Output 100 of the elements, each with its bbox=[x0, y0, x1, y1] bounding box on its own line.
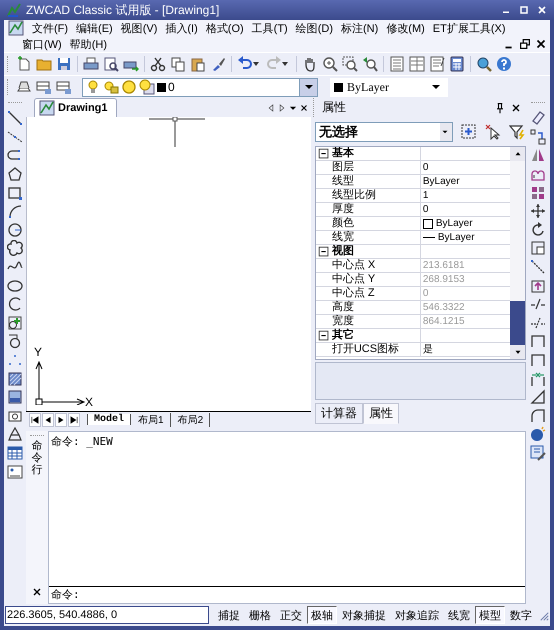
cut-icon[interactable] bbox=[150, 56, 166, 72]
command-input[interactable]: 命令: bbox=[49, 586, 525, 603]
move-icon[interactable] bbox=[530, 203, 546, 220]
menu-item[interactable]: 格式(O) bbox=[202, 20, 248, 36]
document-tab[interactable]: Drawing1 bbox=[34, 98, 117, 117]
help-icon[interactable] bbox=[496, 56, 512, 72]
document-icon[interactable] bbox=[8, 20, 24, 36]
trim-icon[interactable] bbox=[530, 278, 546, 294]
filter-icon[interactable] bbox=[508, 124, 525, 140]
quick-select-icon[interactable] bbox=[460, 124, 477, 140]
menu-item[interactable]: 工具(T) bbox=[248, 20, 292, 36]
elliptical-arc-icon[interactable] bbox=[7, 296, 23, 312]
array-icon[interactable] bbox=[530, 184, 546, 201]
zoom-window-icon[interactable] bbox=[342, 56, 358, 72]
copy-icon[interactable] bbox=[170, 56, 186, 72]
collapse-icon[interactable] bbox=[316, 244, 331, 258]
restore-icon[interactable] bbox=[518, 37, 532, 51]
new-file-icon[interactable] bbox=[16, 56, 32, 72]
zoom-icon[interactable] bbox=[322, 56, 338, 72]
grid-sheet-icon[interactable] bbox=[409, 56, 425, 72]
panel-tab[interactable]: 属性 bbox=[362, 403, 399, 424]
menu-item[interactable]: 窗口(W) bbox=[18, 36, 66, 52]
pentagon-icon[interactable] bbox=[7, 166, 23, 182]
menu-item[interactable]: 视图(V) bbox=[116, 20, 162, 36]
menu-item[interactable]: ET扩展工具(X) bbox=[428, 20, 510, 36]
status-toggle[interactable]: 极轴 bbox=[307, 606, 337, 624]
color-dropdown[interactable]: ByLayer bbox=[330, 78, 448, 96]
close-icon[interactable] bbox=[31, 586, 43, 598]
layout-tab[interactable]: 布局2 bbox=[172, 412, 210, 426]
gradient-icon[interactable] bbox=[7, 389, 23, 406]
coordinates-field: 226.3605, 540.4886, 0 bbox=[5, 606, 209, 624]
rotate-icon[interactable] bbox=[530, 222, 546, 238]
pin-icon[interactable] bbox=[494, 102, 506, 114]
collapse-icon[interactable] bbox=[316, 328, 331, 342]
close-icon[interactable] bbox=[534, 37, 548, 51]
bracket-icon[interactable] bbox=[530, 352, 546, 368]
sheet-icon[interactable] bbox=[389, 56, 405, 72]
menu-item[interactable]: 修改(M) bbox=[382, 20, 429, 36]
calculator-icon[interactable] bbox=[449, 56, 465, 72]
search-icon[interactable] bbox=[476, 56, 492, 72]
layer-state-icon[interactable] bbox=[56, 79, 72, 95]
scrollbar-thumb[interactable] bbox=[510, 301, 525, 345]
mirror-icon[interactable] bbox=[530, 147, 546, 164]
next-page-icon[interactable] bbox=[55, 412, 67, 426]
panel-tab[interactable]: 计算器 bbox=[314, 403, 363, 424]
arc-icon[interactable] bbox=[7, 203, 23, 220]
scale-icon[interactable] bbox=[530, 240, 546, 256]
property-label: 中心点 Y bbox=[332, 273, 376, 286]
printer-icon[interactable] bbox=[83, 56, 99, 72]
notepad-icon[interactable] bbox=[429, 56, 445, 72]
join-icon[interactable] bbox=[530, 333, 546, 350]
close-icon[interactable] bbox=[536, 4, 548, 16]
layer-dropdown[interactable]: 0 bbox=[82, 78, 318, 96]
circle-icon[interactable] bbox=[7, 222, 23, 238]
undo-icon[interactable] bbox=[237, 56, 253, 72]
boundary-icon[interactable] bbox=[7, 426, 23, 442]
fillet-icon[interactable] bbox=[530, 408, 546, 424]
image-icon[interactable] bbox=[7, 464, 23, 480]
menu-item[interactable]: 插入(I) bbox=[161, 20, 202, 36]
copy-object-icon[interactable] bbox=[530, 128, 546, 145]
hatch-icon[interactable] bbox=[7, 370, 23, 387]
line-icon[interactable] bbox=[7, 110, 23, 126]
save-icon[interactable] bbox=[56, 56, 72, 72]
property-label: 颜色 bbox=[332, 217, 355, 230]
collapse-icon[interactable] bbox=[316, 147, 331, 160]
layout-tab[interactable]: Model bbox=[87, 414, 132, 425]
menu-item[interactable]: 帮助(H) bbox=[66, 36, 111, 52]
cloud-icon[interactable] bbox=[7, 240, 23, 256]
last-page-icon[interactable] bbox=[68, 412, 80, 426]
maximize-icon[interactable] bbox=[518, 4, 530, 16]
color-name: ByLayer bbox=[347, 80, 389, 94]
layer-previous-icon[interactable] bbox=[36, 79, 52, 95]
menu-item[interactable]: 绘图(D) bbox=[292, 20, 337, 36]
explode-icon[interactable] bbox=[530, 426, 546, 442]
stretch-icon[interactable] bbox=[530, 259, 546, 276]
menu-item[interactable]: 标注(N) bbox=[337, 20, 382, 36]
paste-icon[interactable] bbox=[190, 56, 206, 72]
selection-dropdown[interactable]: 无选择 bbox=[314, 122, 453, 142]
previous-page-icon[interactable] bbox=[42, 412, 54, 426]
rectangle-icon[interactable] bbox=[7, 184, 23, 201]
print-preview-icon[interactable] bbox=[103, 56, 119, 72]
menu-item[interactable]: 编辑(E) bbox=[72, 20, 117, 36]
layout-tab[interactable]: 布局1 bbox=[132, 412, 171, 426]
status-toggle[interactable]: 模型 bbox=[475, 606, 505, 624]
eraser-icon[interactable] bbox=[530, 110, 546, 126]
ellipse-icon[interactable] bbox=[7, 278, 23, 294]
dashed-line-icon[interactable] bbox=[7, 128, 23, 145]
edit-properties-icon[interactable] bbox=[530, 444, 546, 461]
zoom-previous-icon[interactable] bbox=[362, 56, 378, 72]
close-icon[interactable] bbox=[510, 102, 522, 114]
block-icon[interactable] bbox=[7, 333, 23, 350]
menu-item[interactable]: 文件(F) bbox=[28, 20, 72, 36]
pick-cursor-icon[interactable] bbox=[484, 124, 501, 140]
extend-icon[interactable] bbox=[530, 370, 546, 387]
first-page-icon[interactable] bbox=[29, 412, 41, 426]
drawing-canvas[interactable]: Y X bbox=[26, 117, 311, 411]
triangle-icon[interactable] bbox=[530, 389, 546, 406]
insert-block-icon[interactable] bbox=[7, 314, 23, 331]
document-icon bbox=[39, 100, 55, 116]
table-icon[interactable] bbox=[7, 444, 23, 461]
